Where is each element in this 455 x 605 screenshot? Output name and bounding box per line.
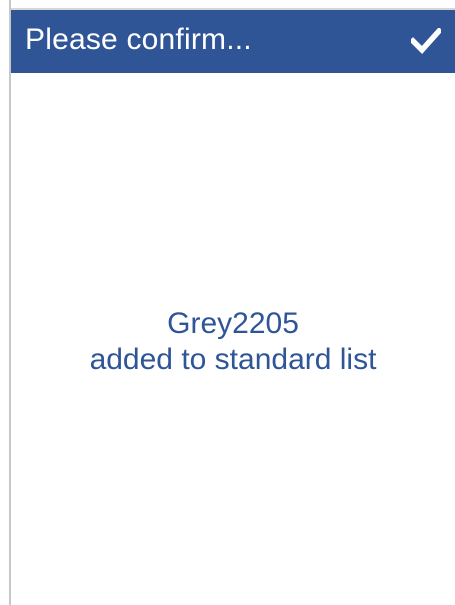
checkmark-icon <box>411 28 441 54</box>
dialog-title: Please confirm... <box>25 23 252 56</box>
item-name: Grey2205 <box>167 306 299 340</box>
confirmation-message: Grey2205 added to standard list <box>90 306 377 378</box>
dialog-content: Grey2205 added to standard list <box>11 73 455 605</box>
confirmation-screen: Please confirm... Grey2205 added to stan… <box>0 0 455 605</box>
confirm-button[interactable] <box>405 21 447 61</box>
confirmation-detail: added to standard list <box>89 342 377 376</box>
dialog-header: Please confirm... <box>11 10 455 73</box>
left-divider <box>0 0 11 605</box>
top-divider <box>11 0 455 10</box>
